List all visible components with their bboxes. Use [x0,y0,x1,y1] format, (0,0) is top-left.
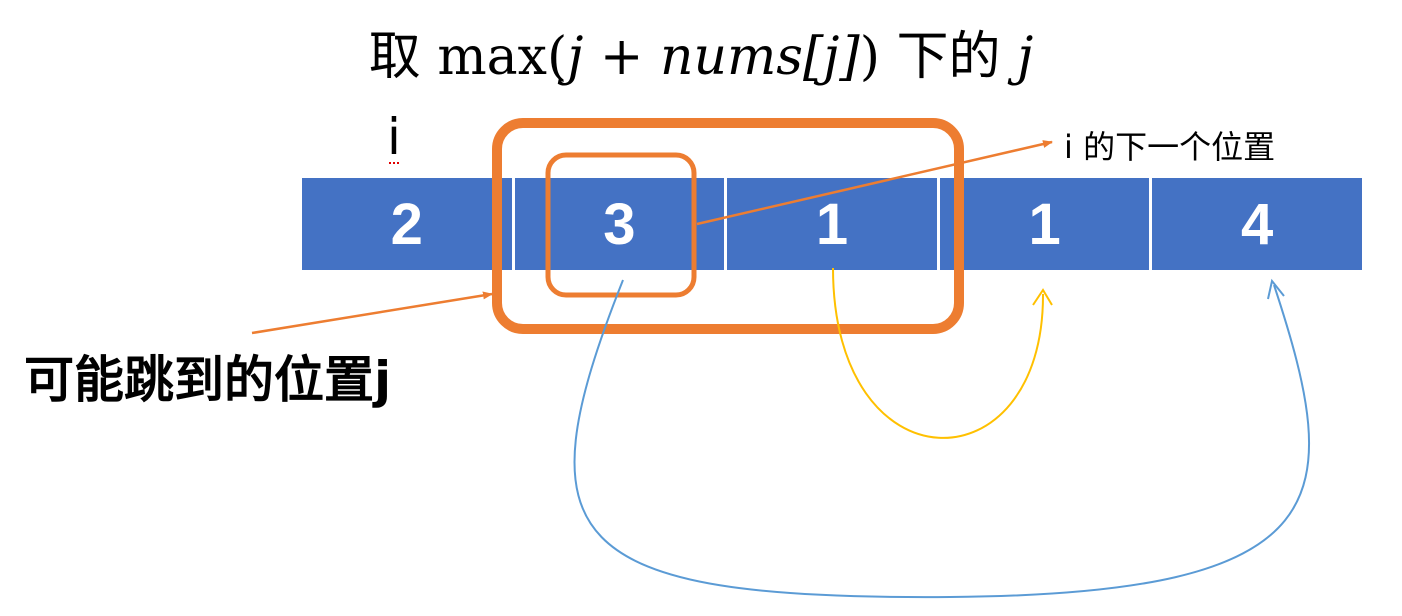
candidate-pointer-arrow [251,291,493,335]
yellow-jump-arrow [832,267,1045,439]
annotation-overlay [251,118,1311,599]
chosen-cell-box [545,152,697,298]
next-position-arrow [696,140,1053,226]
